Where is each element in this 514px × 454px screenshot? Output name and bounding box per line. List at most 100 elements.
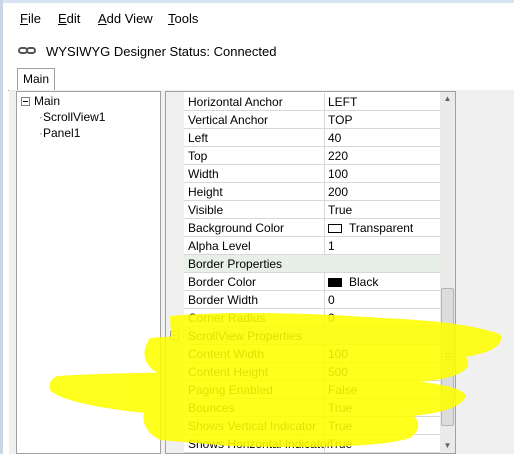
property-value[interactable]: 1	[328, 239, 335, 253]
property-row[interactable]: Alpha Level 1	[184, 237, 441, 255]
menu-add-view[interactable]: Add View	[98, 11, 153, 26]
property-value-text: 0	[328, 293, 335, 307]
menu-file[interactable]: File	[20, 11, 41, 26]
column-divider	[324, 435, 325, 452]
designer-status: WYSIWYG Designer Status: Connected	[18, 44, 276, 59]
property-value[interactable]: Black	[328, 275, 378, 289]
view-tree: Main ·ScrollView1 ·Panel1	[16, 91, 161, 454]
property-row[interactable]: Height 200	[184, 183, 441, 201]
property-value[interactable]: True	[328, 419, 352, 433]
scroll-down-arrow-icon[interactable]: ▼	[440, 439, 455, 453]
property-name: Border Color	[188, 275, 257, 289]
tree-node-main[interactable]: Main	[19, 94, 60, 108]
property-name: Content Width	[188, 347, 265, 361]
property-row[interactable]: Left 40	[184, 129, 441, 147]
property-name: Alpha Level	[188, 239, 251, 253]
property-row[interactable]: Visible True	[184, 201, 441, 219]
property-category[interactable]: − ScrollView Properties	[170, 327, 441, 345]
column-divider	[324, 147, 325, 164]
collapse-icon[interactable]	[21, 97, 30, 106]
property-row[interactable]: Vertical Anchor TOP	[184, 111, 441, 129]
grid-margin	[166, 92, 184, 453]
property-value[interactable]: Transparent	[328, 221, 413, 235]
scroll-thumb[interactable]	[441, 288, 454, 426]
column-divider	[324, 237, 325, 254]
property-value[interactable]: 0	[328, 311, 335, 325]
column-divider	[324, 291, 325, 308]
color-swatch	[328, 278, 342, 287]
property-value-text: Black	[349, 275, 379, 289]
property-name: Width	[188, 167, 219, 181]
property-name: Corner Radius	[188, 311, 266, 325]
property-value[interactable]: 40	[328, 131, 341, 145]
property-value-text: False	[328, 383, 358, 397]
property-row[interactable]: Background Color Transparent	[184, 219, 441, 237]
property-value[interactable]: True	[328, 437, 352, 451]
scroll-up-arrow-icon[interactable]: ▲	[440, 92, 455, 106]
property-row[interactable]: Horizontal Anchor LEFT	[184, 93, 441, 111]
tree-node-label: ScrollView1	[43, 110, 106, 124]
property-value-text: 100	[328, 347, 349, 361]
property-name: Content Height	[188, 365, 269, 379]
column-divider	[324, 309, 325, 326]
property-name: Visible	[188, 203, 224, 217]
property-grid-scrollbar[interactable]: ▲ ▼	[440, 92, 455, 453]
property-category[interactable]: Border Properties	[184, 255, 441, 273]
property-value[interactable]: 220	[328, 149, 348, 163]
tree-node-scrollview1[interactable]: ·ScrollView1	[39, 110, 105, 124]
property-row[interactable]: Bounces True	[184, 399, 441, 417]
property-name: Top	[188, 149, 208, 163]
column-divider	[324, 129, 325, 146]
property-value[interactable]: True	[328, 203, 352, 217]
column-divider	[324, 111, 325, 128]
property-value[interactable]: False	[328, 383, 357, 397]
property-value-text: TOP	[328, 113, 353, 127]
tree-node-panel1[interactable]: ·Panel1	[39, 126, 80, 140]
color-swatch	[328, 224, 342, 233]
status-text: WYSIWYG Designer Status: Connected	[46, 44, 277, 59]
property-name: Border Width	[188, 293, 259, 307]
collapse-icon[interactable]: −	[170, 331, 179, 340]
property-value[interactable]: LEFT	[328, 95, 357, 109]
property-value[interactable]: 100	[328, 167, 348, 181]
menu-bar: File Edit Add View Tools	[3, 3, 514, 29]
property-row[interactable]: Shows Vertical Indicator True	[184, 417, 441, 435]
property-value[interactable]: TOP	[328, 113, 352, 127]
property-row[interactable]: Shows Horizontal Indicator True	[184, 435, 441, 453]
column-divider	[324, 219, 325, 236]
property-row[interactable]: Paging Enabled False	[184, 381, 441, 399]
property-value[interactable]: 200	[328, 185, 348, 199]
window-left-border	[0, 0, 3, 454]
menu-tools[interactable]: Tools	[168, 11, 198, 26]
property-name: Background Color	[188, 221, 285, 235]
property-row[interactable]: Top 220	[184, 147, 441, 165]
grip-icon	[445, 353, 451, 362]
property-value[interactable]: 500	[328, 365, 348, 379]
property-value-text: Transparent	[349, 221, 414, 235]
property-value-text: 100	[328, 167, 349, 181]
column-divider	[324, 363, 325, 380]
column-divider	[324, 93, 325, 110]
property-row[interactable]: Border Width 0	[184, 291, 441, 309]
property-row[interactable]: Corner Radius 0	[184, 309, 441, 327]
property-name: Horizontal Anchor	[188, 95, 283, 109]
column-divider	[324, 399, 325, 416]
tab-strip: Main	[8, 68, 514, 91]
property-value[interactable]: True	[328, 401, 352, 415]
property-row[interactable]: Width 100	[184, 165, 441, 183]
menu-edit[interactable]: Edit	[58, 11, 80, 26]
property-value[interactable]: 100	[328, 347, 348, 361]
property-value-text: LEFT	[328, 95, 358, 109]
tab-main[interactable]: Main	[17, 68, 55, 90]
column-divider	[324, 201, 325, 218]
property-row[interactable]: Content Height 500	[184, 363, 441, 381]
property-name: Vertical Anchor	[188, 113, 269, 127]
property-row[interactable]: Border Color Black	[184, 273, 441, 291]
column-divider	[324, 417, 325, 434]
property-name: Shows Horizontal Indicator	[188, 437, 331, 451]
property-value[interactable]: 0	[328, 293, 335, 307]
property-rows: Horizontal Anchor LEFT Vertical Anchor TOP L…	[170, 93, 441, 453]
link-icon	[18, 46, 38, 57]
property-name: Bounces	[188, 401, 235, 415]
property-row[interactable]: Content Width 100	[184, 345, 441, 363]
